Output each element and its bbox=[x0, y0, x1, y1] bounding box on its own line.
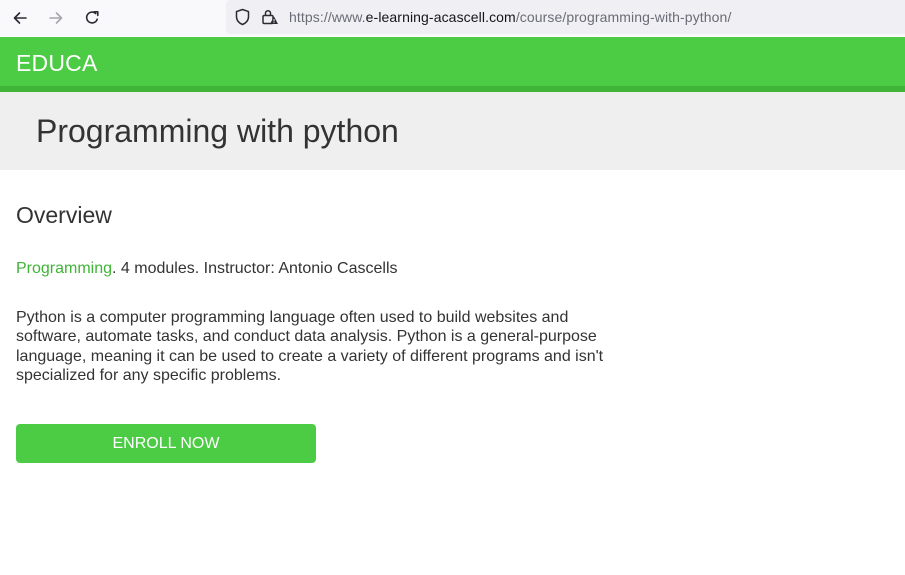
course-description: Python is a computer programming languag… bbox=[16, 309, 604, 384]
site-logo[interactable]: EDUCA bbox=[16, 50, 98, 76]
reload-icon bbox=[85, 11, 99, 24]
arrow-right-icon bbox=[49, 12, 63, 24]
category-link[interactable]: Programming bbox=[16, 260, 112, 277]
address-bar[interactable]: https://www.e-learning-acascell.com/cour… bbox=[226, 0, 905, 34]
overview-heading: Overview bbox=[16, 202, 112, 228]
browser-toolbar: https://www.e-learning-acascell.com/cour… bbox=[0, 0, 905, 36]
course-meta: Programming. 4 modules. Instructor: Anto… bbox=[16, 259, 398, 278]
url-domain: e-learning-acascell.com bbox=[365, 9, 516, 25]
url-path: /course/programming-with-python/ bbox=[515, 9, 732, 25]
site-header: EDUCA bbox=[0, 37, 905, 86]
url-prefix: https://www. bbox=[289, 9, 366, 25]
url-text[interactable]: https://www.e-learning-acascell.com/cour… bbox=[289, 9, 731, 25]
lock-warning-icon[interactable] bbox=[261, 8, 279, 26]
course-title-band: Programming with python bbox=[0, 92, 905, 170]
reload-button[interactable] bbox=[79, 5, 105, 31]
back-button[interactable] bbox=[7, 5, 33, 31]
page-title: Programming with python bbox=[36, 113, 399, 149]
forward-button[interactable] bbox=[43, 5, 69, 31]
enroll-now-button[interactable]: ENROLL NOW bbox=[16, 424, 316, 463]
course-meta-text: . 4 modules. Instructor: Antonio Cascell… bbox=[112, 260, 398, 277]
shield-icon[interactable] bbox=[234, 8, 251, 26]
arrow-left-icon bbox=[13, 12, 27, 24]
